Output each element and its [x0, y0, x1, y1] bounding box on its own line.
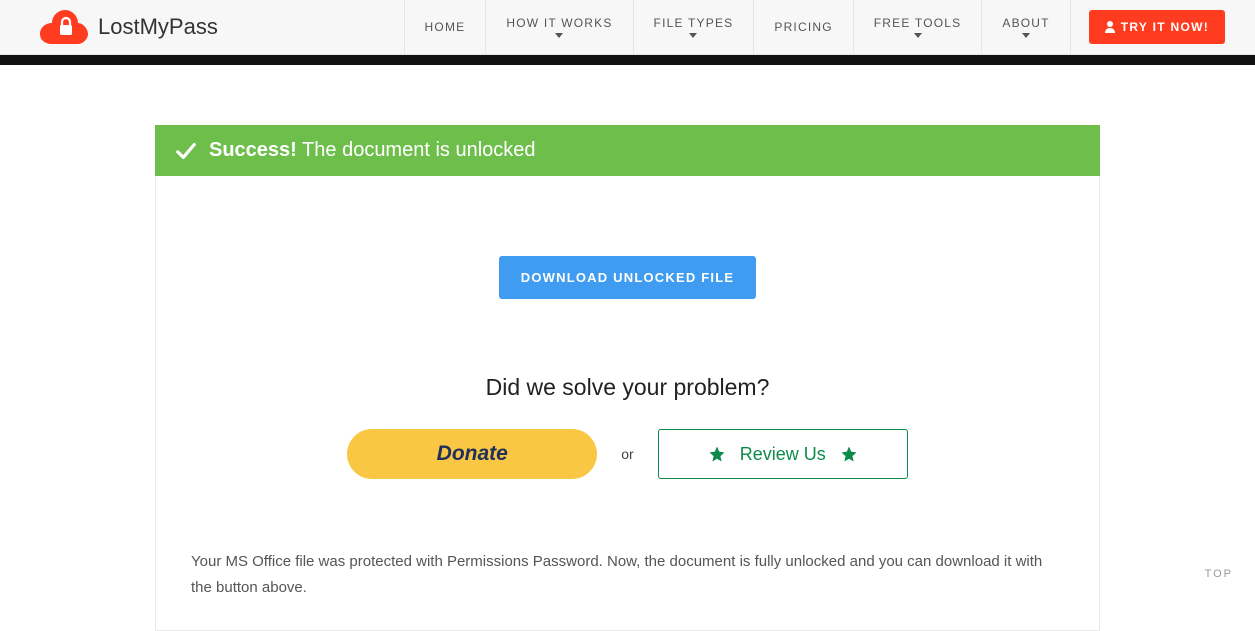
chevron-down-icon [555, 33, 563, 38]
nav-how-it-works[interactable]: HOW IT WORKS [485, 0, 632, 54]
nav-pricing[interactable]: PRICING [753, 0, 852, 54]
cta-label: TRY IT NOW! [1121, 20, 1209, 34]
review-us-button[interactable]: Review Us [658, 429, 908, 479]
download-unlocked-file-button[interactable]: DOWNLOAD UNLOCKED FILE [499, 256, 756, 299]
feedback-actions: Donate or Review Us [191, 429, 1064, 479]
nav-label: FILE TYPES [654, 16, 734, 30]
nav-file-types[interactable]: FILE TYPES [633, 0, 754, 54]
logo[interactable]: LostMyPass [40, 10, 218, 44]
main-nav: HOME HOW IT WORKS FILE TYPES PRICING FRE… [404, 0, 1071, 54]
chevron-down-icon [1022, 33, 1030, 38]
nav-label: ABOUT [1002, 16, 1049, 30]
alert-rest: The document is unlocked [302, 139, 535, 161]
alert-text: Success! The document is unlocked [209, 139, 536, 162]
star-icon [708, 445, 726, 463]
result-card: Success! The document is unlocked DOWNLO… [155, 125, 1100, 631]
star-icon [840, 445, 858, 463]
nav-home[interactable]: HOME [404, 0, 486, 54]
nav-free-tools[interactable]: FREE TOOLS [853, 0, 982, 54]
cloud-lock-icon [40, 10, 88, 44]
success-alert: Success! The document is unlocked [155, 125, 1100, 176]
brand-text: LostMyPass [98, 14, 218, 40]
nav-about[interactable]: ABOUT [981, 0, 1070, 54]
check-icon [175, 140, 197, 162]
hero-bottom-strip [0, 55, 1255, 65]
back-to-top[interactable]: TOP [1205, 568, 1233, 580]
nav-label: PRICING [774, 20, 832, 34]
or-separator: or [621, 446, 633, 462]
try-it-now-button[interactable]: TRY IT NOW! [1089, 10, 1225, 44]
nav-label: HOW IT WORKS [506, 16, 612, 30]
review-label: Review Us [740, 444, 826, 465]
donate-button[interactable]: Donate [347, 429, 597, 479]
header: LostMyPass HOME HOW IT WORKS FILE TYPES … [0, 0, 1255, 55]
feedback-question: Did we solve your problem? [191, 374, 1064, 401]
user-icon [1105, 21, 1115, 33]
card-body: DOWNLOAD UNLOCKED FILE Did we solve your… [155, 176, 1100, 631]
nav-label: HOME [425, 20, 466, 34]
alert-strong: Success! [209, 139, 297, 161]
chevron-down-icon [689, 33, 697, 38]
explanation-text: Your MS Office file was protected with P… [191, 549, 1064, 600]
nav-label: FREE TOOLS [874, 16, 962, 30]
chevron-down-icon [914, 33, 922, 38]
